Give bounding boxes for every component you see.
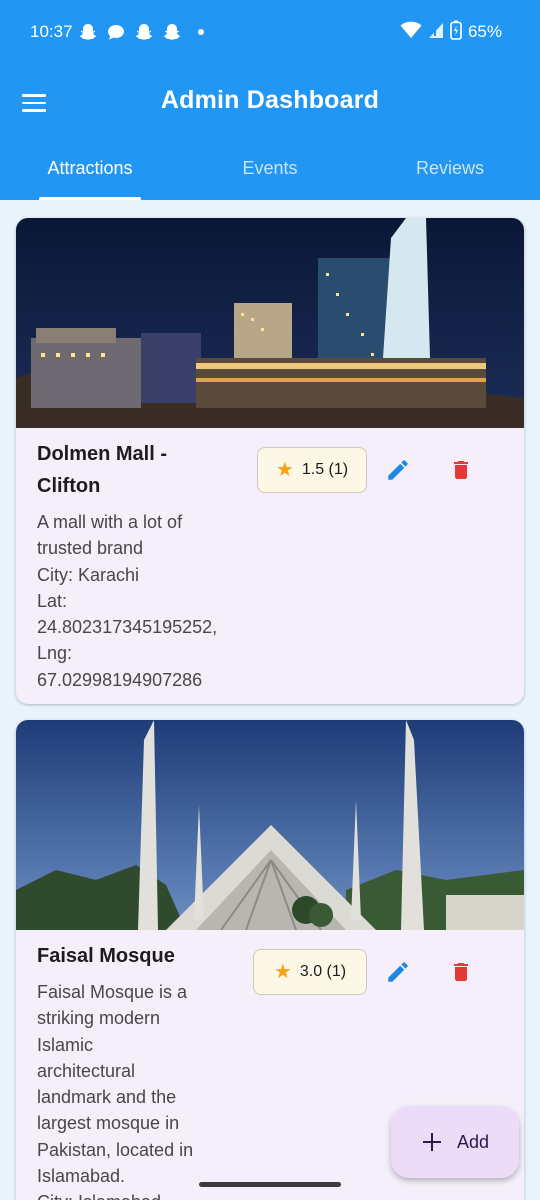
attraction-lng: 67.02998194907286 bbox=[37, 669, 203, 690]
attraction-description: A mall with a lot of trusted brand City:… bbox=[37, 509, 237, 693]
attraction-title: Faisal Mosque bbox=[37, 945, 175, 967]
snapchat-icon bbox=[162, 22, 182, 42]
delete-button[interactable] bbox=[443, 954, 479, 990]
notification-icons bbox=[78, 22, 204, 42]
status-bar: 10:37 65% bbox=[0, 0, 540, 64]
snapchat-icon bbox=[78, 22, 98, 42]
attraction-city: City: Islamabad bbox=[37, 1189, 237, 1200]
wifi-icon bbox=[400, 21, 422, 43]
tab-events[interactable]: Events bbox=[180, 150, 360, 200]
app-bar: 10:37 65% Admin Dashboard Attractions Ev… bbox=[0, 0, 540, 200]
battery-icon bbox=[450, 20, 462, 44]
attraction-lat-label: Lat: bbox=[37, 590, 68, 611]
attraction-lat: 24.802317345195252, bbox=[37, 617, 218, 638]
tab-bar: Attractions Events Reviews bbox=[0, 150, 540, 200]
add-button-label: Add bbox=[456, 1131, 490, 1152]
system-icons: 65% bbox=[400, 20, 502, 44]
edit-button[interactable] bbox=[380, 954, 416, 990]
add-button[interactable]: Add bbox=[391, 1106, 519, 1178]
chat-icon bbox=[106, 22, 126, 42]
rating-chip[interactable]: ★ 1.5 (1) bbox=[257, 447, 367, 493]
more-notifications-dot bbox=[198, 29, 204, 35]
attraction-title: Dolmen Mall - Clifton bbox=[37, 443, 168, 497]
attraction-image bbox=[16, 720, 524, 931]
edit-button[interactable] bbox=[380, 452, 416, 488]
status-time: 10:37 bbox=[30, 22, 73, 41]
attraction-image bbox=[16, 218, 524, 428]
plus-icon bbox=[422, 1133, 441, 1151]
battery-percent: 65% bbox=[467, 22, 502, 41]
rating-chip[interactable]: ★ 3.0 (1) bbox=[253, 949, 367, 995]
star-icon: ★ bbox=[275, 459, 294, 481]
page-title: Admin Dashboard bbox=[160, 86, 380, 114]
pencil-icon bbox=[388, 962, 408, 982]
attraction-city: City: Karachi bbox=[37, 564, 140, 585]
signal-icon bbox=[428, 21, 444, 43]
home-indicator[interactable] bbox=[199, 1182, 341, 1187]
trash-icon bbox=[454, 963, 468, 981]
trash-icon bbox=[454, 461, 468, 479]
attraction-card[interactable]: Dolmen Mall - Clifton A mall with a lot … bbox=[16, 218, 524, 704]
pencil-icon bbox=[388, 460, 408, 480]
snapchat-icon bbox=[134, 22, 154, 42]
tab-reviews[interactable]: Reviews bbox=[360, 150, 540, 200]
delete-button[interactable] bbox=[443, 452, 479, 488]
star-icon: ★ bbox=[273, 961, 292, 983]
attraction-description: Faisal Mosque is a striking modern Islam… bbox=[37, 979, 237, 1200]
tab-attractions[interactable]: Attractions bbox=[0, 150, 180, 200]
attraction-lng-label: Lng: bbox=[37, 643, 73, 664]
